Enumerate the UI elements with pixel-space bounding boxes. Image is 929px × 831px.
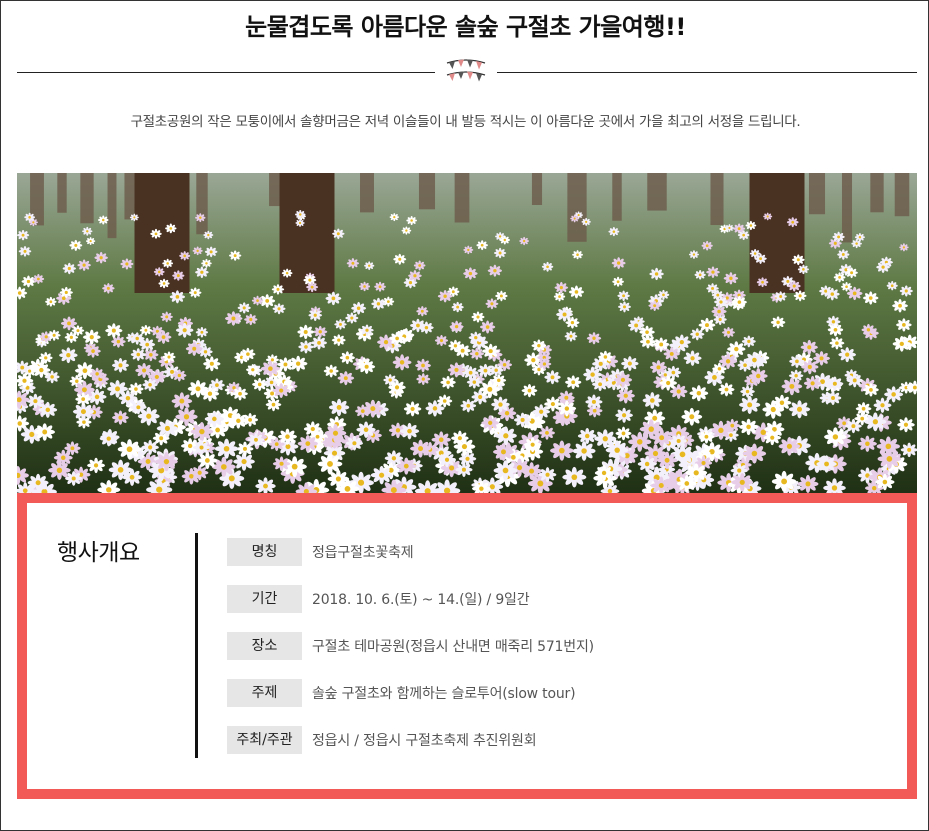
info-value: 정읍시 / 정읍시 구절초축제 추진위원회 [312,733,537,749]
info-row-place: 장소 구절초 테마공원(정읍시 산내면 매죽리 571번지) [227,632,827,660]
divider-right [497,72,917,73]
event-summary-box: 행사개요 명칭 정읍구절초꽃축제 기간 2018. 10. 6.(토) ~ 14… [17,493,917,799]
info-value: 정읍구절초꽃축제 [312,545,414,561]
info-value: 구절초 테마공원(정읍시 산내면 매죽리 571번지) [312,639,594,655]
info-label: 주제 [227,679,302,707]
page-subtitle: 구절초공원의 작은 모퉁이에서 솔향머금은 저녁 이슬들이 내 발등 적시는 이… [130,114,801,130]
hero-image [17,173,917,493]
info-row-period: 기간 2018. 10. 6.(토) ~ 14.(일) / 9일간 [227,585,827,613]
info-value: 솔숲 구절초와 함께하는 슬로투어(slow tour) [312,686,576,702]
info-label: 명칭 [227,538,302,566]
flower-field-illustration [17,173,917,493]
info-label: 주최/주관 [227,726,302,754]
info-row-host: 주최/주관 정읍시 / 정읍시 구절초축제 추진위원회 [227,726,827,754]
event-summary-heading: 행사개요 [57,540,140,566]
info-row-theme: 주제 솔숲 구절초와 함께하는 슬로투어(slow tour) [227,679,827,707]
info-row-name: 명칭 정읍구절초꽃축제 [227,538,827,566]
info-label: 장소 [227,632,302,660]
page-title: 눈물겹도록 아름다운 솔숲 구절초 가을여행!! [245,13,686,41]
divider-left [17,72,435,73]
page-frame: 눈물겹도록 아름다운 솔숲 구절초 가을여행!! 구절초공원의 작은 모퉁이에서… [0,0,929,831]
info-value: 2018. 10. 6.(토) ~ 14.(일) / 9일간 [312,592,530,608]
info-label: 기간 [227,585,302,613]
bunting-flags-icon [445,55,487,89]
vertical-divider [195,533,198,758]
